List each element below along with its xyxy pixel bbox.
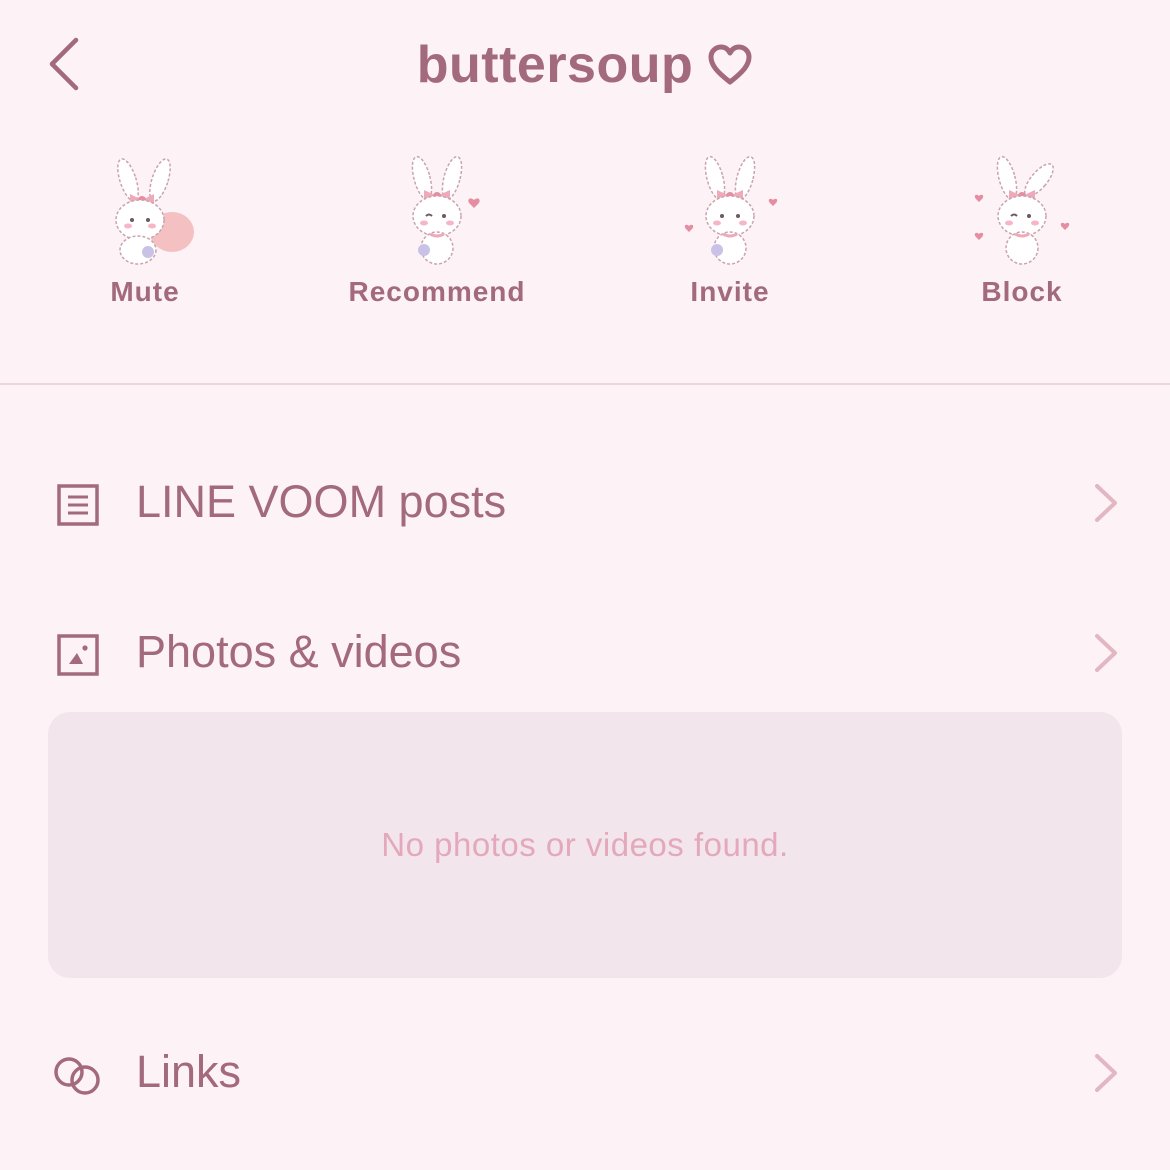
links-label: Links [136,1046,242,1097]
mute-label: Mute [110,276,180,307]
chevron-right-icon [1095,1054,1117,1092]
page-title: buttersoup [416,36,694,94]
links-row[interactable]: Links [0,1027,1170,1117]
line-voom-posts-row[interactable]: LINE VOOM posts [0,457,1170,547]
image-icon [50,627,106,683]
document-icon [50,477,106,533]
recommend-label: Recommend [348,276,526,307]
invite-button[interactable]: Invite [600,150,860,308]
bunny-sticker-block-icon [967,150,1077,270]
link-icon [50,1047,106,1103]
photos-empty-state: No photos or videos found. [48,712,1122,978]
mute-button[interactable]: Mute [15,150,275,308]
chevron-right-icon [1095,634,1117,672]
bunny-sticker-invite-icon [675,150,785,270]
bunny-sticker-recommend-icon [382,150,492,270]
invite-label: Invite [690,276,770,307]
photos-videos-label: Photos & videos [136,626,462,677]
block-label: Block [981,276,1063,307]
line-voom-posts-label: LINE VOOM posts [136,476,507,527]
header-bar: buttersoup [0,0,1170,130]
bunny-sticker-mute-icon [90,150,200,270]
divider [0,383,1170,385]
recommend-button[interactable]: Recommend [307,150,567,308]
heart-outline-icon [707,44,753,86]
block-button[interactable]: Block [892,150,1152,308]
profile-actions: Mute Recommend Invite Block [0,150,1170,330]
empty-state-text: No photos or videos found. [381,826,789,863]
title-container: buttersoup [0,30,1170,100]
chevron-right-icon [1095,484,1117,522]
photos-videos-row[interactable]: Photos & videos [0,607,1170,697]
